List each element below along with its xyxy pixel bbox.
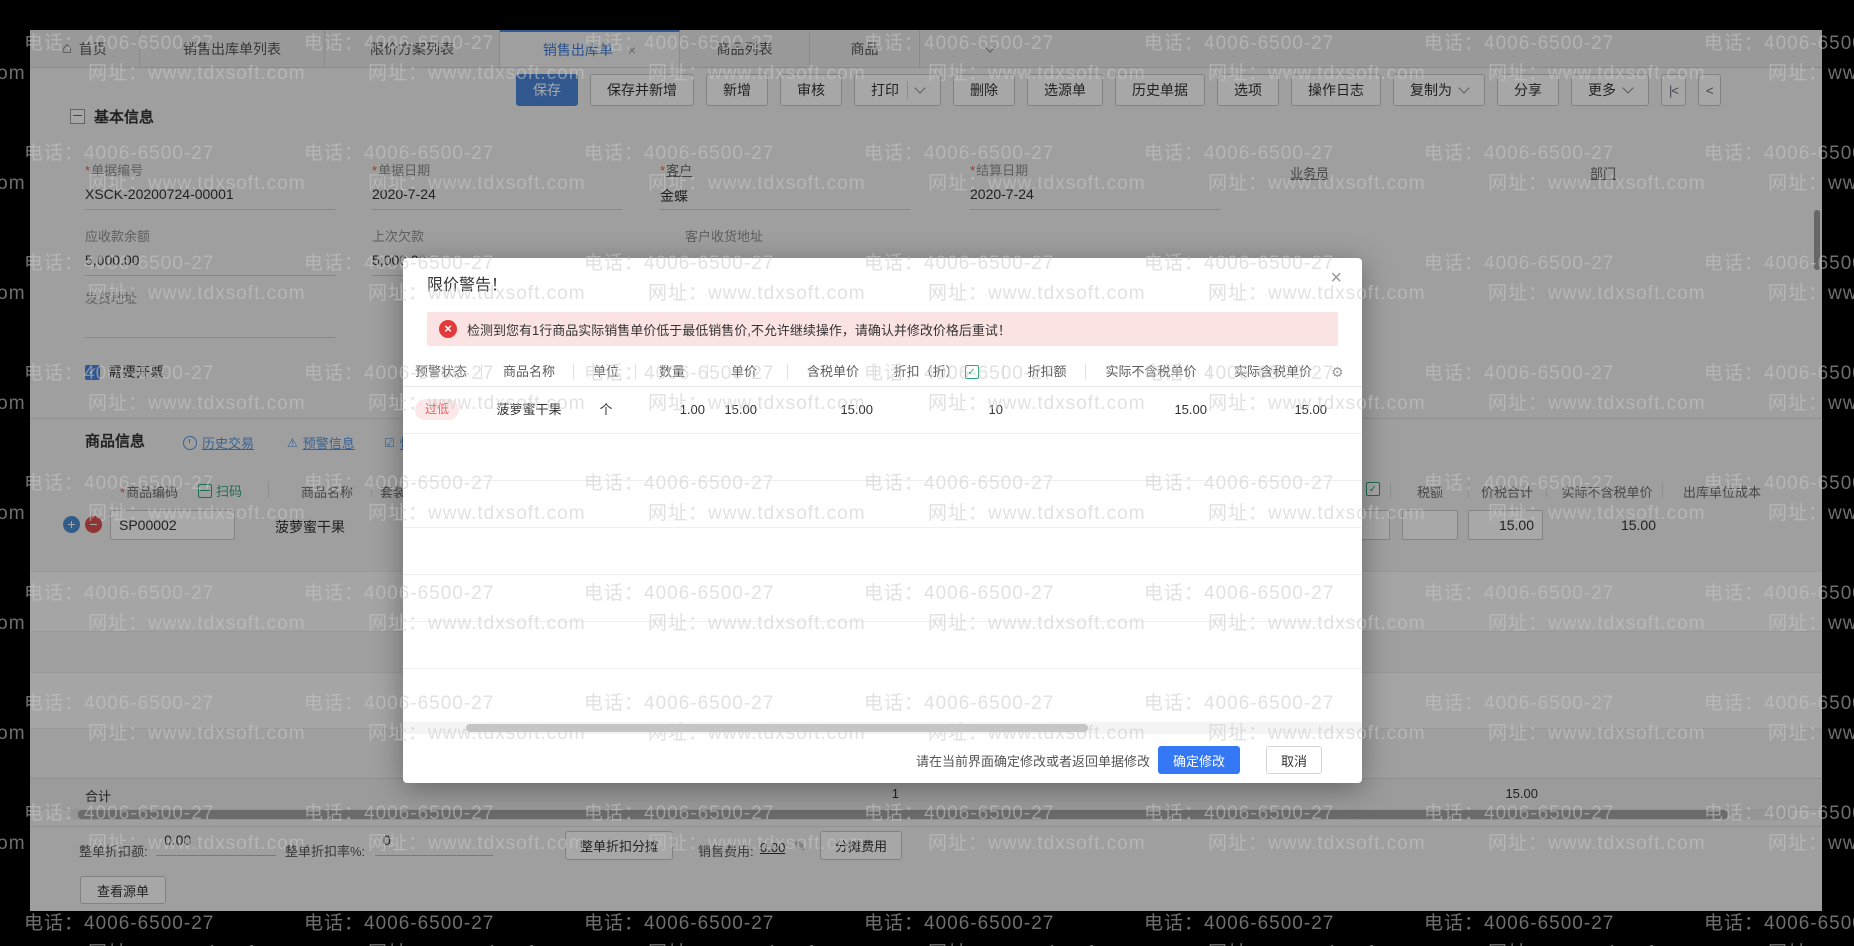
divider	[1209, 364, 1210, 379]
col-qty: 数量	[641, 358, 703, 386]
error-message: 检测到您有1行商品实际销售单价低于最低销售价,不允许继续操作，请确认并修改价格后…	[467, 320, 1011, 339]
col-warning-status: 预警状态	[409, 358, 473, 386]
divider	[1003, 364, 1004, 379]
col-price-with-tax: 含税单价	[795, 358, 871, 386]
divider	[481, 364, 482, 379]
dialog-title: 限价警告！	[427, 271, 507, 295]
divider	[573, 364, 574, 379]
row-border	[403, 527, 1362, 528]
cancel-button[interactable]: 取消	[1266, 746, 1322, 774]
modal-scrollbar-thumb[interactable]	[466, 724, 1088, 732]
error-alert: × 检测到您有1行商品实际销售单价低于最低销售价,不允许继续操作，请确认并修改价…	[427, 312, 1338, 346]
screen: ⌂ 首页 销售出库单列表 限价方案列表 销售出库单 × 商品列表 商品	[0, 0, 1854, 946]
col-price: 单价	[715, 358, 773, 386]
dialog-footer: 请在当前界面确定修改或者返回单据修改 确定修改 取消	[403, 742, 1362, 778]
cell-discount: 10	[923, 386, 1003, 433]
col-actual-with-tax: 实际含税单价	[1223, 358, 1323, 386]
cell-actual-no-tax: 15.00	[1107, 386, 1207, 433]
cell-price: 15.00	[693, 386, 757, 433]
row-border	[403, 668, 1362, 669]
divider	[875, 364, 876, 379]
cell-discount-amount	[1023, 386, 1083, 433]
divider	[787, 364, 788, 379]
col-product-name: 商品名称	[487, 358, 571, 386]
cell-actual-with-tax: 15.00	[1227, 386, 1327, 433]
divider	[707, 364, 708, 379]
error-icon: ×	[439, 320, 457, 338]
discount-checkbox-icon[interactable]: ✓	[965, 365, 979, 379]
gear-icon[interactable]: ⚙	[1331, 358, 1344, 386]
status-badge: 过低	[415, 399, 459, 420]
cell-unit: 个	[579, 386, 633, 433]
confirm-modify-button[interactable]: 确定修改	[1158, 746, 1240, 774]
col-discount-amount: 折扣额	[1015, 358, 1079, 386]
row-border	[403, 574, 1362, 575]
close-icon[interactable]: ×	[1330, 268, 1342, 288]
col-unit: 单位	[579, 358, 633, 386]
divider	[1085, 364, 1086, 379]
cell-product-name: 菠萝蜜干果	[487, 386, 571, 433]
row-border	[403, 433, 1362, 434]
cell-price-with-tax: 15.00	[799, 386, 873, 433]
row-border	[403, 621, 1362, 622]
col-actual-no-tax: 实际不含税单价	[1097, 358, 1205, 386]
col-discount: 折扣（折） ✓	[881, 358, 991, 386]
footer-hint: 请在当前界面确定修改或者返回单据修改	[916, 751, 1150, 770]
row-border	[403, 480, 1362, 481]
price-limit-warning-dialog: 限价警告！ × × 检测到您有1行商品实际销售单价低于最低销售价,不允许继续操作…	[403, 258, 1362, 783]
divider	[635, 364, 636, 379]
